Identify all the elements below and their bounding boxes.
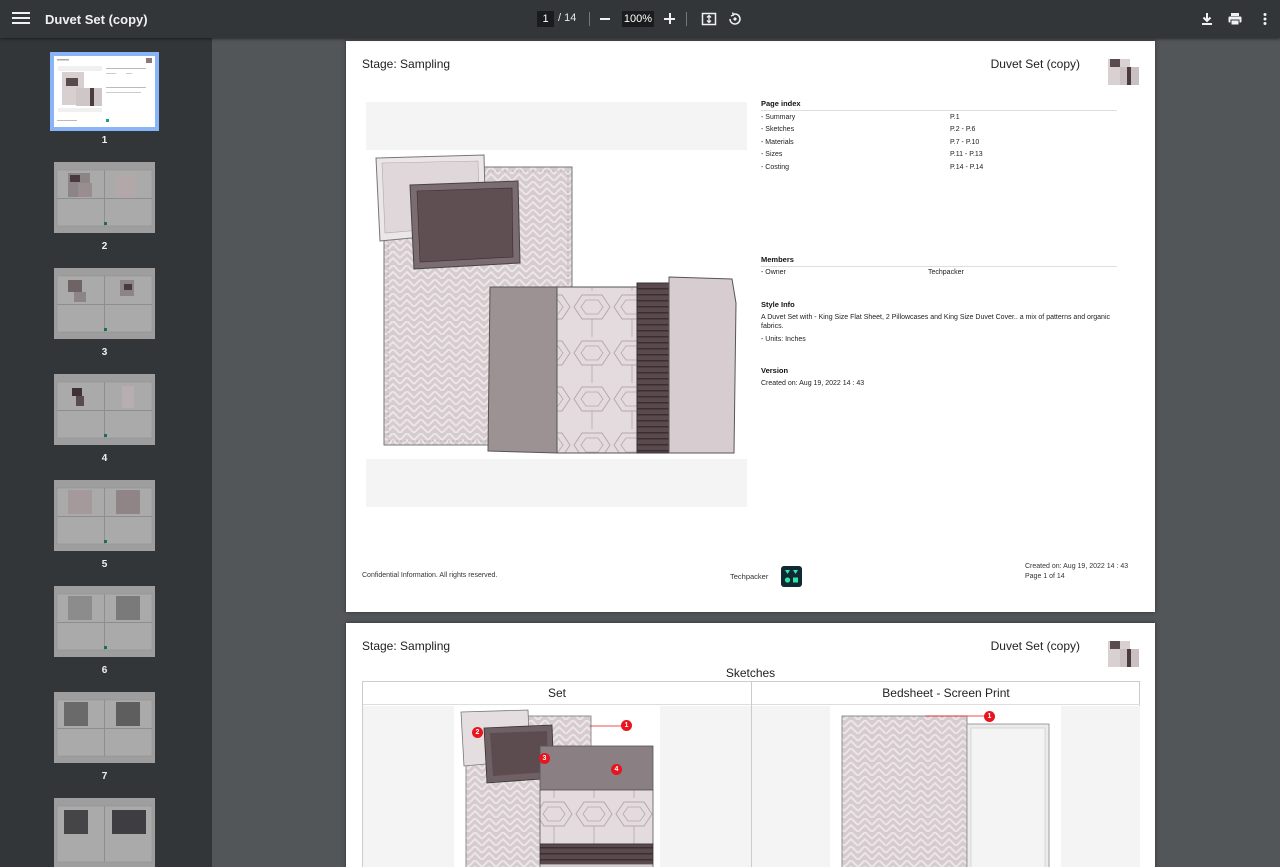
pdf-page-1: Stage: Sampling Duvet Set (copy) Page in… [346,41,1155,612]
techpacker-logo-icon [781,566,802,587]
members-heading: Members [761,255,794,264]
index-item-name: - Summary [761,114,796,121]
page-thumbnail-6[interactable] [54,586,155,657]
download-icon[interactable] [1199,11,1215,27]
version-heading: Version [761,366,789,375]
index-item-pages: P.14 - P.14 [950,164,984,171]
callout-badge[interactable]: 4 [611,764,622,775]
index-item-pages: P.2 - P.6 [950,126,976,133]
page-number-input[interactable]: 1 [537,11,554,27]
bedsheet-sketch [830,706,1061,867]
page-thumbnail-8[interactable] [54,798,155,867]
column-header-set: Set [363,682,751,705]
units-text: - Units: Inches [761,336,806,343]
thumbnail-label: 1 [101,135,108,146]
zoom-in-button[interactable] [664,12,676,26]
member-name: Techpacker [928,269,964,276]
index-item-pages: P.7 - P.10 [950,139,980,146]
index-item-name: - Sketches [761,126,795,133]
pdf-page-2: Stage: Sampling Duvet Set (copy) Sketche… [346,623,1155,867]
document-viewer[interactable]: Stage: Sampling Duvet Set (copy) Page in… [212,38,1280,867]
zoom-out-button[interactable] [600,18,610,20]
thumbnail-label: 6 [101,665,108,676]
stage-label: Stage: Sampling [362,639,451,653]
product-thumbnail-image [1105,635,1139,669]
version-created-on: Created on: Aug 19, 2022 14 : 43 [761,380,865,387]
footer-brand: Techpacker [730,572,769,581]
footer-meta: Created on: Aug 19, 2022 14 : 43 Page 1 … [1025,562,1128,582]
footer-created-on: Created on: Aug 19, 2022 14 : 43 [1025,563,1129,570]
zoom-input[interactable]: 100% [622,11,654,27]
stage-label: Stage: Sampling [362,57,451,71]
style-info-heading: Style Info [761,300,795,309]
section-divider [761,110,1117,111]
index-item-pages: P.11 - P.13 [950,151,983,158]
member-role: - Owner [761,269,786,276]
callout-badge[interactable]: 3 [539,753,550,764]
image-frame-bottom [366,459,747,507]
toolbar-divider [589,12,590,26]
page-thumbnail-3[interactable] [54,268,155,339]
page-thumbnail-1[interactable] [50,52,159,131]
image-frame-top [366,102,747,150]
column-header-bedsheet: Bedsheet - Screen Print [752,682,1140,705]
menu-icon[interactable] [12,9,30,29]
page-header-title: Duvet Set (copy) [990,57,1080,71]
callout-badge[interactable]: 1 [984,711,995,722]
thumbnail-label: 5 [101,559,108,570]
rotate-icon[interactable] [727,11,743,27]
index-item-name: - Costing [761,164,790,171]
sketches-table: Set Bedsheet - Screen Print 1 2 3 4 1 [362,681,1140,867]
style-info-text: A Duvet Set with - King Size Flat Sheet,… [761,314,1111,331]
footer-page-count: Page 1 of 14 [1025,572,1065,580]
page-thumbnail-5[interactable] [54,480,155,551]
sketches-title: Sketches [725,666,776,680]
fit-page-icon[interactable] [701,11,717,27]
duvet-set-illustration [372,153,740,455]
callout-badge[interactable]: 2 [472,727,483,738]
toolbar-divider [686,12,687,26]
product-thumbnail-image [1105,53,1139,87]
pdf-toolbar: Duvet Set (copy) 1 / 14 100% [0,0,1280,38]
thumbnail-label: 3 [101,347,108,358]
callout-badge[interactable]: 1 [621,720,632,731]
thumbnail-sidebar: 1 2 3 4 5 6 7 [0,38,212,867]
page-index-heading: Page index [761,99,801,108]
section-divider [761,266,1117,267]
thumbnail-label: 4 [101,453,108,464]
more-options-icon[interactable] [1257,11,1273,27]
document-title: Duvet Set (copy) [45,12,148,27]
page-total: / 14 [558,12,577,24]
page-thumbnail-2[interactable] [54,162,155,233]
page-thumbnail-7[interactable] [54,692,155,763]
thumbnail-label: 2 [101,241,108,252]
page-thumbnail-4[interactable] [54,374,155,445]
index-item-name: - Sizes [761,151,783,158]
print-icon[interactable] [1227,11,1243,27]
confidential-notice: Confidential Information. All rights res… [362,572,498,579]
index-item-pages: P.1 [950,114,960,121]
thumbnail-label: 7 [101,771,108,782]
index-item-name: - Materials [761,139,794,146]
page-header-title: Duvet Set (copy) [990,639,1080,653]
